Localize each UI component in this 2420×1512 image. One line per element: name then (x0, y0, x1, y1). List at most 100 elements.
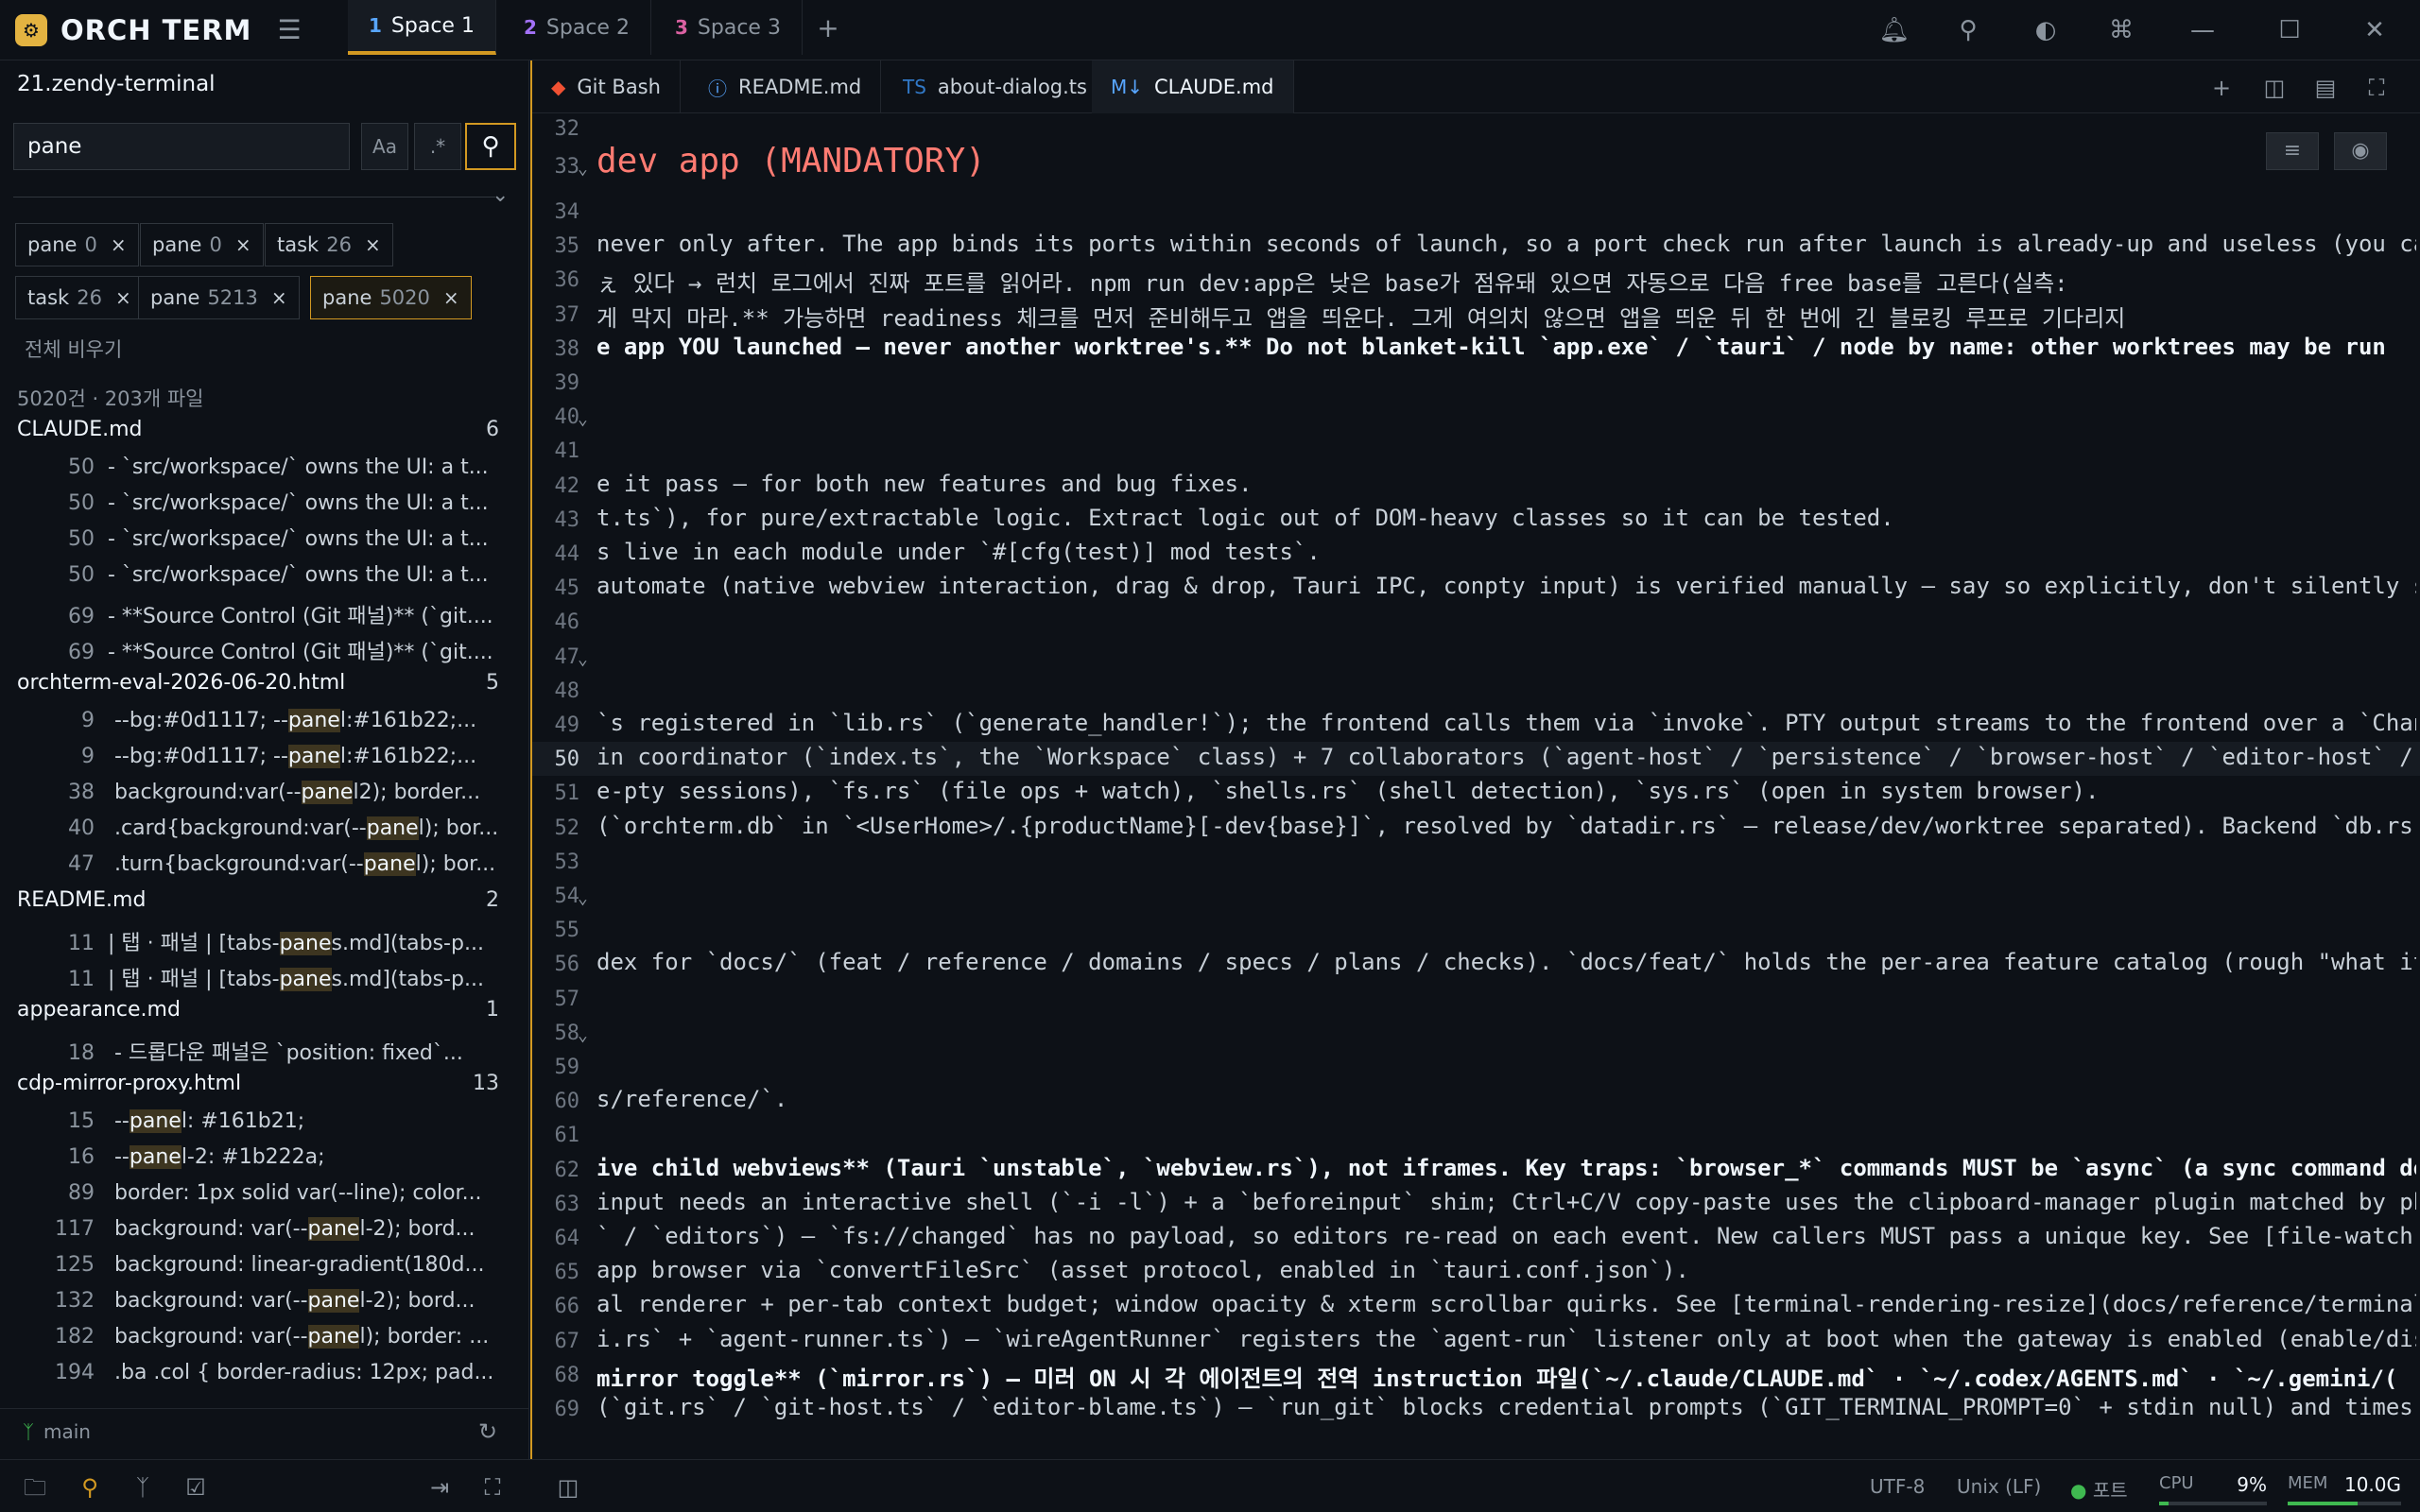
result-match[interactable]: 38 background:var(--panel2); border... (38, 781, 501, 815)
history-chip-active[interactable]: pane 5020 × (310, 276, 472, 319)
match-text: .turn{background:var(--panel); bor... (108, 852, 496, 876)
history-chip[interactable]: pane 5213 × (138, 276, 300, 319)
result-match[interactable]: 117 background: var(--panel-2); bord... (38, 1217, 501, 1251)
result-match[interactable]: 89 border: 1px solid var(--line); color.… (38, 1181, 501, 1215)
editor-tab-label: about-dialog.ts (937, 76, 1087, 98)
regex-toggle[interactable]: .* (414, 123, 461, 170)
panel-toggle-icon[interactable]: ◫ (552, 1471, 584, 1503)
preview-eye-icon[interactable]: ◉ (2334, 132, 2387, 170)
clear-all-button[interactable]: 전체 비우기 (25, 335, 122, 363)
result-match[interactable]: 16 --panel-2: #1b222a; (38, 1145, 501, 1179)
result-file[interactable]: cdp-mirror-proxy.html 13 (17, 1072, 499, 1106)
plug-icon[interactable]: ⌘ (2104, 13, 2138, 47)
minimize-icon[interactable]: — (2186, 13, 2220, 47)
result-match[interactable]: 69 - **Source Control (Git 패널)** (`git...… (38, 599, 501, 633)
match-case-toggle[interactable]: Aa (361, 123, 408, 170)
fold-chevron-icon[interactable]: ⌄ (578, 409, 588, 429)
fold-chevron-icon[interactable]: ⌄ (578, 888, 588, 908)
search-input[interactable] (13, 123, 350, 170)
maximize-icon[interactable]: ☐ (2273, 13, 2307, 47)
space-tab-2[interactable]: 2 Space 2 (503, 0, 651, 55)
fold-chevron-icon[interactable]: ⌄ (578, 159, 588, 179)
git-branch[interactable]: ᛉ main (23, 1420, 91, 1443)
expand-icon[interactable]: ⛶ (476, 1471, 509, 1503)
history-chip[interactable]: task 26 × (265, 223, 393, 266)
editor-tab[interactable]: TS about-dialog.ts (884, 60, 1107, 113)
result-file-count: 1 (486, 998, 499, 1022)
close-icon[interactable]: × (115, 286, 131, 309)
history-chip[interactable]: task 26 × (15, 276, 144, 319)
result-match[interactable]: 50 - `src/workspace/` owns the UI: a t... (38, 455, 501, 490)
mem-label: MEM (2288, 1473, 2328, 1493)
result-file[interactable]: orchterm-eval-2026-06-20.html 5 (17, 671, 499, 705)
result-match[interactable]: 194 .ba .col { border-radius: 12px; pad.… (38, 1361, 501, 1391)
result-match[interactable]: 50 - `src/workspace/` owns the UI: a t... (38, 563, 501, 597)
history-chip[interactable]: pane 0 × (140, 223, 264, 266)
result-file[interactable]: CLAUDE.md 6 (17, 418, 499, 452)
result-match[interactable]: 11 | 탭 · 패널 | [tabs-panes.md](tabs-p... (38, 926, 501, 960)
code-view[interactable]: 32 33 ⌄ dev app (MANDATORY) 34 35 never only a… (532, 113, 2420, 1459)
close-icon[interactable]: × (111, 233, 127, 256)
editor-tab[interactable]: M↓ CLAUDE.md (1092, 60, 1294, 113)
search-icon[interactable]: ⚲ (74, 1471, 106, 1503)
result-file-name: cdp-mirror-proxy.html (17, 1072, 242, 1095)
result-match[interactable]: 9 --bg:#0d1117; --panel:#161b22;... (38, 709, 501, 743)
chip-label: pane (152, 233, 202, 256)
encoding[interactable]: UTF-8 (1870, 1475, 1925, 1498)
close-icon[interactable]: × (365, 233, 381, 256)
editor-tab[interactable]: ⓘ README.md (689, 60, 882, 113)
space-tab-1[interactable]: 1 Space 1 (348, 0, 496, 55)
result-match[interactable]: 9 --bg:#0d1117; --panel:#161b22;... (38, 745, 501, 779)
source-control-icon[interactable]: ᛉ (127, 1471, 159, 1503)
checkbox-icon[interactable]: ☑ (180, 1471, 212, 1503)
app-logo: ⚙ ORCH TERM (15, 13, 251, 47)
line-number: 55 (554, 919, 580, 943)
result-file[interactable]: appearance.md 1 (17, 998, 499, 1032)
match-line-number: 50 (68, 491, 95, 515)
result-match[interactable]: 125 background: linear-gradient(180d... (38, 1253, 501, 1287)
port-status[interactable]: ● 포트 (2070, 1475, 2128, 1503)
result-file[interactable]: README.md 2 (17, 888, 499, 922)
match-text: - `src/workspace/` owns the UI: a t... (108, 563, 489, 587)
split-horizontal-icon[interactable]: ▤ (2309, 72, 2342, 104)
refresh-icon[interactable]: ↻ (478, 1418, 497, 1445)
result-match[interactable]: 11 | 탭 · 패널 | [tabs-panes.md](tabs-p... (38, 962, 501, 996)
plus-icon[interactable]: + (2205, 72, 2238, 104)
result-match[interactable]: 15 --panel: #161b21; (38, 1109, 501, 1143)
result-match[interactable]: 50 - `src/workspace/` owns the UI: a t... (38, 491, 501, 525)
chevron-down-icon[interactable]: ⌄ (492, 183, 509, 207)
search-button[interactable]: ⚲ (465, 123, 516, 170)
result-match[interactable]: 69 - **Source Control (Git 패널)** (`git...… (38, 635, 501, 669)
close-icon[interactable]: × (235, 233, 251, 256)
search-icon[interactable]: ⚲ (1951, 13, 1985, 47)
space-tab-3[interactable]: 3 Space 3 (654, 0, 803, 55)
result-match[interactable]: 182 background: var(--panel); border: ..… (38, 1325, 501, 1359)
collapse-sidebar-icon[interactable]: ⇥ (424, 1471, 456, 1503)
result-match[interactable]: 50 - `src/workspace/` owns the UI: a t... (38, 527, 501, 561)
fold-chevron-icon[interactable]: ⌄ (578, 649, 588, 669)
line-ending[interactable]: Unix (LF) (1957, 1475, 2041, 1498)
menu-icon[interactable]: ☰ (274, 15, 304, 45)
port-label: 포트 (2092, 1479, 2128, 1502)
word-wrap-icon[interactable]: ≡ (2266, 132, 2319, 170)
match-line-number: 194 (55, 1361, 95, 1384)
folder-icon[interactable]: 🗀︎ (19, 1471, 51, 1503)
result-match[interactable]: 40 .card{background:var(--panel); bor... (38, 816, 501, 850)
theme-contrast-icon[interactable]: ◐ (2029, 13, 2063, 47)
fullscreen-icon[interactable]: ⛶ (2360, 72, 2393, 104)
history-chip[interactable]: pane 0 × (15, 223, 139, 266)
close-icon[interactable]: ✕ (2358, 13, 2392, 47)
result-match[interactable]: 47 .turn{background:var(--panel); bor... (38, 852, 501, 886)
fold-chevron-icon[interactable]: ⌄ (578, 1025, 588, 1045)
bell-icon[interactable]: 🔔︎ (1877, 13, 1911, 47)
close-icon[interactable]: × (271, 286, 287, 309)
split-vertical-icon[interactable]: ◫ (2258, 72, 2290, 104)
mem-value: 10.0G (2343, 1473, 2401, 1496)
result-match[interactable]: 132 background: var(--panel-2); bord... (38, 1289, 501, 1323)
close-icon[interactable]: × (443, 286, 459, 309)
match-line-number: 9 (81, 709, 95, 732)
editor-tab[interactable]: ◆ Git Bash (532, 60, 681, 113)
divider (13, 197, 495, 198)
result-match[interactable]: 18 - 드롭다운 패널은 `position: fixed`... (38, 1036, 501, 1070)
add-space-button[interactable]: + (809, 9, 847, 47)
